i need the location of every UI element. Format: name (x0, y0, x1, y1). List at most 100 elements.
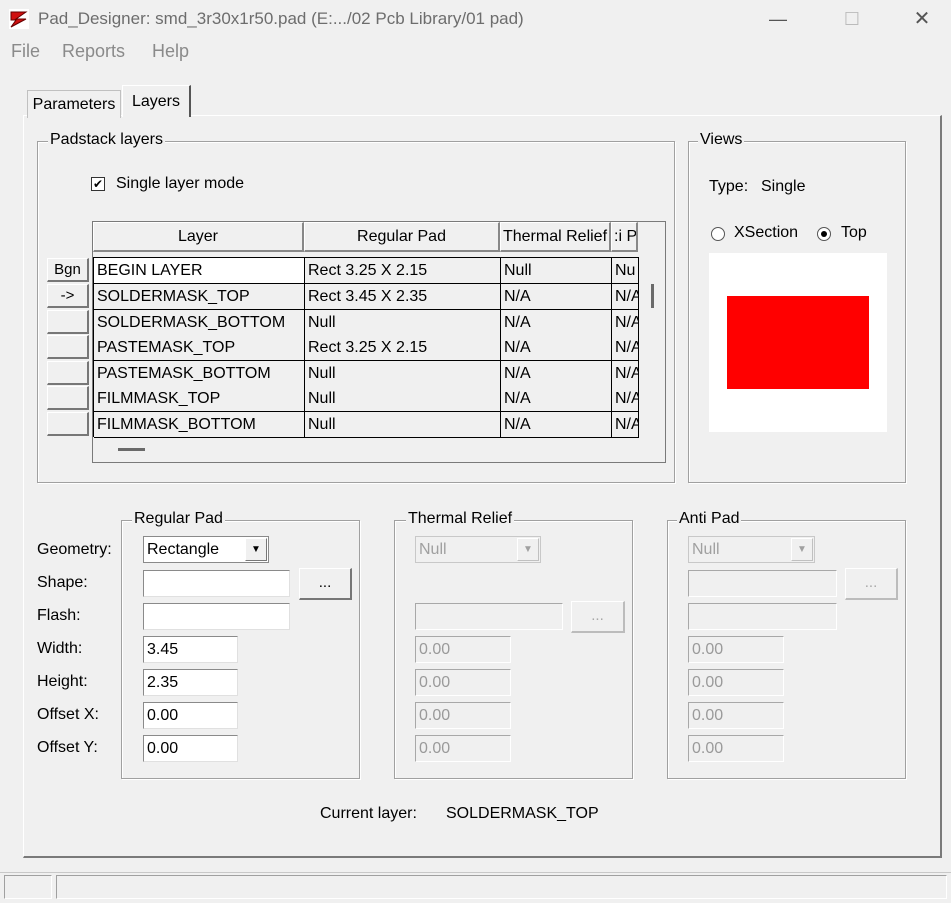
table-cell[interactable]: Nu (612, 258, 639, 284)
thermal-height-input[interactable]: 0.00 (415, 669, 511, 696)
status-cell (56, 875, 947, 899)
table-cell[interactable]: Null (305, 386, 501, 412)
table-cell[interactable]: PASTEMASK_BOTTOM (94, 361, 305, 387)
anti-offset-y-input[interactable]: 0.00 (688, 735, 784, 762)
anti-pad-title: Anti Pad (677, 510, 742, 528)
thermal-geometry-select[interactable]: Null ▼ (415, 536, 541, 563)
column-header-layer[interactable]: Layer (93, 222, 304, 252)
table-cell[interactable]: N/A (612, 386, 639, 412)
regular-offset-x-input[interactable]: 0.00 (143, 702, 238, 729)
app-logo-icon (9, 9, 29, 29)
anti-shape-browse-button[interactable]: ... (845, 568, 898, 600)
anti-flash-input[interactable] (688, 603, 837, 630)
anti-height-input[interactable]: 0.00 (688, 669, 784, 696)
table-cell[interactable]: PASTEMASK_TOP (94, 335, 305, 361)
table-cell[interactable]: N/A (501, 335, 612, 361)
width-label: Width: (37, 640, 83, 657)
table-cell[interactable]: N/A (501, 386, 612, 412)
table-cell[interactable]: FILMMASK_TOP (94, 386, 305, 412)
top-radio[interactable] (817, 227, 831, 241)
tab-layers[interactable]: Layers (122, 85, 191, 117)
flash-label: Flash: (37, 607, 81, 624)
regular-shape-browse-button[interactable]: ... (299, 568, 352, 600)
xsection-label: XSection (734, 224, 799, 241)
thermal-relief-title: Thermal Relief (406, 510, 515, 528)
vertical-scrollbar-thumb[interactable] (651, 284, 654, 308)
row-button-current[interactable]: -> (47, 284, 89, 308)
table-cell[interactable]: N/A (501, 284, 612, 310)
table-cell[interactable]: N/A (612, 335, 639, 361)
view-type-value: Single (761, 178, 806, 195)
views-title: Views (698, 131, 745, 149)
row-button[interactable] (47, 335, 89, 359)
regular-geometry-select[interactable]: Rectangle ▼ (143, 536, 269, 563)
thermal-offset-y-input[interactable]: 0.00 (415, 735, 511, 762)
table-cell[interactable]: N/A (612, 310, 639, 336)
table-cell[interactable]: N/A (501, 310, 612, 336)
regular-shape-input[interactable] (143, 570, 290, 597)
menu-reports[interactable]: Reports (62, 41, 125, 62)
table-cell[interactable]: FILMMASK_BOTTOM (94, 412, 305, 438)
anti-shape-input[interactable] (688, 570, 837, 597)
top-label: Top (841, 224, 867, 241)
row-button[interactable] (47, 412, 89, 436)
table-cell[interactable]: N/A (501, 361, 612, 387)
table-cell[interactable]: N/A (612, 284, 639, 310)
status-cell (4, 875, 52, 899)
current-layer-value: SOLDERMASK_TOP (446, 805, 599, 822)
table-cell[interactable]: N/A (612, 412, 639, 438)
maximize-button[interactable]: ☐ (832, 6, 872, 32)
horizontal-scrollbar-thumb[interactable] (118, 448, 145, 451)
close-button[interactable]: ✕ (902, 6, 942, 32)
table-cell[interactable]: Null (305, 361, 501, 387)
shape-label: Shape: (37, 574, 88, 591)
thermal-width-input[interactable]: 0.00 (415, 636, 511, 663)
column-header-thermal-relief[interactable]: Thermal Relief (500, 222, 611, 252)
thermal-flash-input[interactable] (415, 603, 563, 630)
chevron-down-icon[interactable]: ▼ (517, 538, 539, 561)
minimize-button[interactable]: — (758, 6, 798, 32)
regular-flash-input[interactable] (143, 603, 290, 630)
table-cell[interactable]: N/A (612, 361, 639, 387)
current-layer-label: Current layer: (320, 805, 417, 822)
regular-offset-y-input[interactable]: 0.00 (143, 735, 238, 762)
height-label: Height: (37, 673, 88, 690)
row-button[interactable] (47, 310, 89, 334)
chevron-down-icon[interactable]: ▼ (245, 538, 267, 561)
xsection-radio[interactable] (711, 227, 725, 241)
regular-pad-title: Regular Pad (132, 510, 225, 528)
anti-geometry-select[interactable]: Null ▼ (688, 536, 815, 563)
anti-width-input[interactable]: 0.00 (688, 636, 784, 663)
tab-parameters[interactable]: Parameters (27, 90, 121, 118)
table-cell[interactable]: Rect 3.25 X 2.15 (305, 258, 501, 284)
table-cell[interactable]: SOLDERMASK_BOTTOM (94, 310, 305, 336)
table-cell[interactable]: Null (501, 258, 612, 284)
regular-width-input[interactable]: 3.45 (143, 636, 238, 663)
regular-height-input[interactable]: 2.35 (143, 669, 238, 696)
table-cell[interactable]: BEGIN LAYER (94, 258, 305, 284)
view-type-label: Type: (709, 178, 749, 195)
menu-file[interactable]: File (11, 41, 40, 62)
chevron-down-icon[interactable]: ▼ (791, 538, 813, 561)
row-button-bgn[interactable]: Bgn (47, 258, 89, 282)
column-header-anti-pad[interactable]: :i P (611, 222, 638, 252)
table-cell[interactable]: SOLDERMASK_TOP (94, 284, 305, 310)
anti-geometry-value: Null (692, 541, 720, 558)
table-cell[interactable]: Rect 3.25 X 2.15 (305, 335, 501, 361)
table-cell[interactable]: Rect 3.45 X 2.35 (305, 284, 501, 310)
window-title: Pad_Designer: smd_3r30x1r50.pad (E:.../0… (38, 9, 524, 28)
thermal-flash-browse-button[interactable]: ... (571, 601, 625, 633)
table-cell[interactable]: Null (305, 310, 501, 336)
regular-geometry-value: Rectangle (147, 541, 220, 558)
column-header-regular-pad[interactable]: Regular Pad (304, 222, 500, 252)
geometry-label: Geometry: (37, 541, 112, 558)
anti-offset-x-input[interactable]: 0.00 (688, 702, 784, 729)
table-cell[interactable]: N/A (501, 412, 612, 438)
single-layer-mode-label: Single layer mode (116, 175, 245, 192)
row-button[interactable] (47, 386, 89, 410)
menu-help[interactable]: Help (152, 41, 189, 62)
table-cell[interactable]: Null (305, 412, 501, 438)
thermal-offset-x-input[interactable]: 0.00 (415, 702, 511, 729)
single-layer-mode-checkbox[interactable]: ✔ (91, 177, 105, 191)
row-button[interactable] (47, 361, 89, 385)
